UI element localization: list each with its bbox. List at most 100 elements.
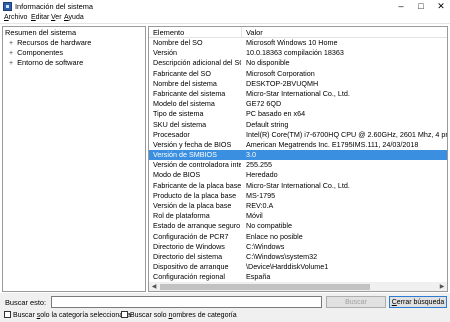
horizontal-scrollbar[interactable]: ◀ ▶ xyxy=(148,282,448,292)
close-find-button[interactable]: Cerrar búsqueda xyxy=(389,296,447,308)
row-item-cell: Fabricante de la placa base xyxy=(153,180,241,190)
column-header-value[interactable]: Valor xyxy=(246,28,263,37)
row-value-cell: Micro-Star International Co., Ltd. xyxy=(246,88,350,98)
row-item-cell: Procesador xyxy=(153,129,190,139)
find-button[interactable]: Buscar xyxy=(326,296,386,308)
menu-bar: Archivo Editar Ver Ayuda xyxy=(0,13,450,24)
table-row[interactable]: Modo de BIOS Heredado xyxy=(149,170,447,180)
table-row[interactable]: Rol de plataforma Móvil xyxy=(149,211,447,221)
row-value-cell: Micro-Star International Co., Ltd. xyxy=(246,180,350,190)
table-row[interactable]: Directorio de Windows C:\Windows xyxy=(149,241,447,252)
table-row[interactable]: Versión 10.0.18363 compilación 18363 xyxy=(149,48,447,58)
checkbox-selected-category[interactable]: Buscar solo la categoría seleccionada xyxy=(4,311,131,321)
row-item-cell: Nombre del SO xyxy=(153,38,203,47)
row-item-cell: Configuración de PCR7 xyxy=(153,231,229,241)
menu-ayuda-label: yuda xyxy=(68,14,84,21)
column-divider[interactable] xyxy=(241,27,242,38)
checkbox-icon[interactable] xyxy=(4,311,11,318)
scroll-left-icon[interactable]: ◀ xyxy=(149,282,159,292)
expand-icon[interactable]: + xyxy=(7,59,15,69)
list-header: Elemento Valor xyxy=(149,27,447,38)
table-row[interactable]: Producto de la placa base MS-1795 xyxy=(149,190,447,201)
table-row[interactable]: Dispositivo de arranque \Device\HarddiskV… xyxy=(149,262,447,272)
tree-item-label: Recursos de hardware xyxy=(17,38,92,47)
scroll-right-icon[interactable]: ▶ xyxy=(437,282,447,292)
table-row[interactable]: Configuración regional España xyxy=(149,272,447,282)
category-tree[interactable]: Resumen del sistema + Recursos de hardwa… xyxy=(2,26,146,292)
row-item-cell: Versión de controladora integr... xyxy=(153,160,241,170)
checkbox-label-prefix: Buscar xyxy=(13,312,37,319)
table-row[interactable]: Nombre del SO Microsoft Windows 10 Home xyxy=(149,38,447,48)
list-rows: Nombre del SO Microsoft Windows 10 Home Ve… xyxy=(149,38,448,291)
row-value-cell: Microsoft Windows 10 Home xyxy=(246,38,338,47)
table-row[interactable]: Versión de controladora integr... 255.255 xyxy=(149,160,447,170)
checkbox-label: olo la categoría seleccionada xyxy=(40,312,131,319)
minimize-button[interactable]: – xyxy=(392,0,410,13)
menu-ayuda[interactable]: Ayuda xyxy=(64,14,84,21)
table-row[interactable]: Configuración de PCR7 Enlace no posible xyxy=(149,231,447,242)
table-row[interactable]: Modelo del sistema GE72 6QD xyxy=(149,99,447,109)
row-value-cell: Móvil xyxy=(246,211,263,221)
window-title: Información del sistema xyxy=(15,2,94,11)
tree-item-hardware-resources[interactable]: + Recursos de hardware xyxy=(7,38,91,48)
row-item-cell: Configuración regional xyxy=(153,272,225,282)
details-list[interactable]: Elemento Valor Nombre del SO Microsoft Wi… xyxy=(148,26,448,292)
row-value-cell: No compatible xyxy=(246,221,292,231)
table-row[interactable]: Fabricante del sistema Micro-Star Interna… xyxy=(149,88,447,99)
row-item-cell: Directorio de Windows xyxy=(153,241,225,251)
find-bar: Buscar esto: Buscar Cerrar búsqueda Busc… xyxy=(0,293,450,322)
row-item-cell: Rol de plataforma xyxy=(153,211,210,221)
table-row[interactable]: Directorio del sistema C:\Windows\system3… xyxy=(149,251,447,262)
menu-archivo[interactable]: Archivo xyxy=(4,14,27,21)
column-header-item[interactable]: Elemento xyxy=(153,28,184,37)
menu-editar[interactable]: Editar xyxy=(31,14,49,21)
row-value-cell: Default string xyxy=(246,119,289,129)
row-item-cell: Dispositivo de arranque xyxy=(153,262,229,272)
table-row[interactable]: Procesador Intel(R) Core(TM) i7-6700HQ CP… xyxy=(149,129,448,140)
table-row[interactable]: Fabricante del SO Microsoft Corporation xyxy=(149,68,447,79)
table-row[interactable]: Descripción adicional del SO No disponibl… xyxy=(149,58,447,68)
table-row[interactable]: Versión de SMBIOS 3.0 xyxy=(149,150,447,161)
checkbox-category-names-only[interactable]: Buscar solo nombres de categoría xyxy=(121,311,237,321)
row-item-cell: Directorio del sistema xyxy=(153,251,223,261)
menu-archivo-label: rchivo xyxy=(8,14,28,21)
table-row[interactable]: Estado de arranque seguro No compatible xyxy=(149,221,447,231)
row-value-cell: Microsoft Corporation xyxy=(246,68,315,78)
tree-item-label: Entorno de software xyxy=(17,58,84,67)
row-value-cell: American Megatrends Inc. E1795IMS.111, 2… xyxy=(246,139,419,149)
tree-item-label: Componentes xyxy=(17,48,64,57)
checkbox-icon[interactable] xyxy=(121,311,128,318)
table-row[interactable]: SKU del sistema Default string xyxy=(149,119,447,130)
row-item-cell: SKU del sistema xyxy=(153,119,207,129)
table-row[interactable]: Versión y fecha de BIOS American Megatren… xyxy=(149,139,447,150)
table-row[interactable]: Tipo de sistema PC basado en x64 xyxy=(149,109,447,119)
row-item-cell: Versión de la placa base xyxy=(153,201,232,210)
find-input[interactable] xyxy=(51,296,322,308)
row-value-cell: Heredado xyxy=(246,170,278,180)
row-value-cell: PC basado en x64 xyxy=(246,109,306,119)
tree-item-software-environment[interactable]: + Entorno de software xyxy=(7,58,83,68)
menu-ver[interactable]: Ver xyxy=(51,14,62,21)
row-value-cell: C:\Windows\system32 xyxy=(246,251,318,261)
row-value-cell: DESKTOP-2BVUQMH xyxy=(246,78,319,88)
tree-item-components[interactable]: + Componentes xyxy=(7,48,63,58)
row-value-cell: España xyxy=(246,272,271,282)
maximize-button[interactable]: □ xyxy=(412,0,430,13)
row-value-cell: 255.255 xyxy=(246,160,272,170)
tree-item-system-summary[interactable]: Resumen del sistema xyxy=(5,28,76,38)
table-row[interactable]: Fabricante de la placa base Micro-Star In… xyxy=(149,180,447,191)
row-value-cell: Intel(R) Core(TM) i7-6700HQ CPU @ 2.60GH… xyxy=(246,129,448,139)
close-button[interactable]: ✕ xyxy=(432,0,450,13)
system-info-app-icon xyxy=(3,2,12,11)
row-item-cell: Versión y fecha de BIOS xyxy=(153,139,232,149)
scrollbar-thumb[interactable] xyxy=(160,284,370,290)
table-row[interactable]: Nombre del sistema DESKTOP-2BVUQMH xyxy=(149,78,447,89)
row-value-cell: Enlace no posible xyxy=(246,231,303,241)
table-row[interactable]: Versión de la placa base REV:0.A xyxy=(149,201,447,211)
tree-item-label: Resumen del sistema xyxy=(5,28,77,37)
row-value-cell: 10.0.18363 compilación 18363 xyxy=(246,48,344,58)
row-item-cell: Nombre del sistema xyxy=(153,78,217,88)
row-value-cell: MS-1795 xyxy=(246,190,276,200)
checkbox-label: ombres de categoría xyxy=(172,312,237,319)
row-item-cell: Modelo del sistema xyxy=(153,99,215,109)
